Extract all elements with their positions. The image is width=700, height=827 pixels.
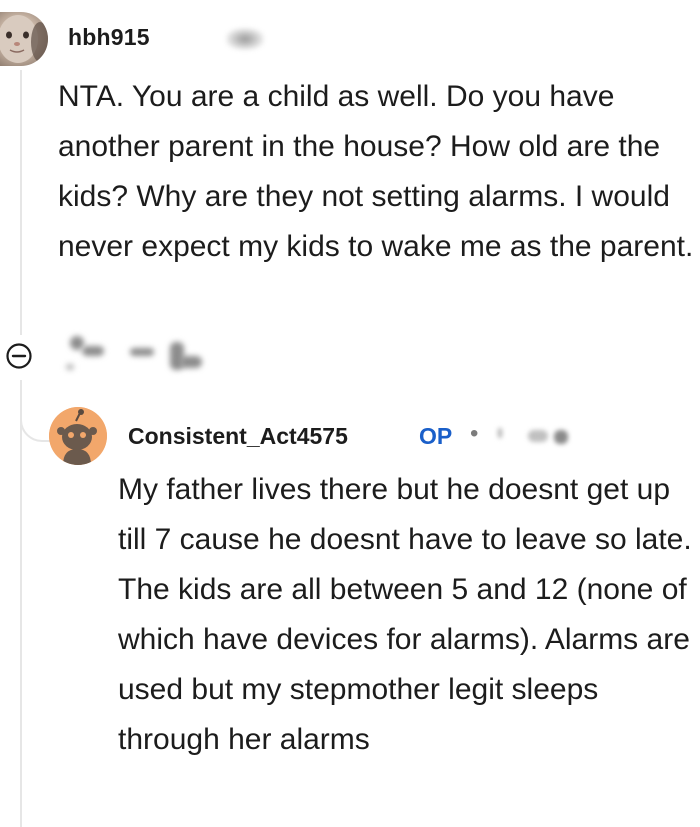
comment-body: NTA. You are a child as well. Do you hav…: [58, 80, 694, 263]
thread-line[interactable]: [20, 380, 22, 827]
redacted-timestamp: [226, 28, 264, 50]
thread-line[interactable]: [20, 70, 22, 335]
reply-username[interactable]: Consistent_Act4575: [128, 423, 348, 450]
meta-separator: •: [470, 420, 479, 447]
reply-body: My father lives there but he doesnt get …: [118, 473, 692, 756]
redacted-timestamp: [494, 426, 584, 448]
redacted-actions: [62, 334, 212, 374]
comment-username[interactable]: hbh915: [68, 24, 150, 51]
avatar[interactable]: [49, 407, 107, 465]
avatar[interactable]: [0, 12, 48, 66]
op-badge: OP: [419, 423, 453, 449]
collapse-minus-icon[interactable]: [5, 342, 33, 370]
